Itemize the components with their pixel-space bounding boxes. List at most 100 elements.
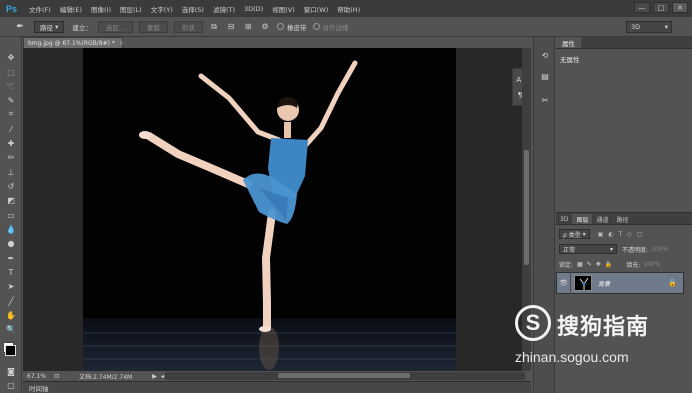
- menu-filter[interactable]: 滤镜(T): [213, 4, 235, 14]
- path-alignment-icon[interactable]: ⊟: [225, 21, 237, 33]
- shape-button[interactable]: 形状: [174, 20, 204, 33]
- blend-mode-dropdown[interactable]: 正常 ▾: [559, 244, 617, 254]
- layer-filter-row: ρ 类型 ▾ ▣ ◐ T ◇ ▢: [559, 229, 643, 239]
- crop-tool-icon[interactable]: ⌗: [5, 108, 17, 120]
- menu-edit[interactable]: 编辑(E): [60, 4, 82, 14]
- document-size: 文档:2.74M/2.74M: [79, 373, 133, 381]
- lock-pixels-icon[interactable]: ✎: [587, 261, 592, 268]
- document-title: bmg.jpg @ 67.1%(RGB/8#) *: [28, 39, 115, 47]
- build-label: 建立：: [72, 23, 92, 32]
- blur-tool-icon[interactable]: 💧: [5, 223, 17, 235]
- quick-select-tool-icon[interactable]: ✎: [5, 94, 17, 106]
- menu-file[interactable]: 文件(F): [29, 4, 51, 14]
- screen-mode-icon[interactable]: ▢: [5, 379, 17, 391]
- mask-button[interactable]: 蒙版: [139, 20, 169, 33]
- lock-transparent-icon[interactable]: ▦: [577, 261, 583, 268]
- menu-help[interactable]: 帮助(H): [337, 4, 360, 14]
- workspace-value: 3D: [631, 23, 641, 31]
- filter-type-icon[interactable]: T: [619, 231, 623, 238]
- tab-channels[interactable]: 通道: [592, 214, 612, 224]
- path-operations-icon[interactable]: ⧉: [208, 21, 220, 33]
- window-controls: — □ ✕: [634, 2, 688, 13]
- blend-mode-value: 正常: [563, 246, 576, 254]
- hand-tool-icon[interactable]: ✋: [5, 309, 17, 321]
- eyedropper-tool-icon[interactable]: ⁄: [5, 123, 17, 135]
- align-edges-checkbox[interactable]: [312, 23, 320, 30]
- pen-tool-icon[interactable]: ✒: [5, 252, 17, 264]
- eraser-tool-icon[interactable]: ◩: [5, 194, 17, 206]
- vertical-scroll-thumb[interactable]: [524, 150, 529, 265]
- brush-tool-icon[interactable]: ✏: [5, 151, 17, 163]
- path-select-tool-icon[interactable]: ➤: [5, 280, 17, 292]
- dodge-tool-icon[interactable]: ●: [5, 237, 17, 249]
- layer-name[interactable]: 背景: [598, 279, 610, 288]
- maximize-button[interactable]: □: [653, 2, 669, 13]
- marquee-tool-icon[interactable]: ⬚: [5, 66, 17, 78]
- quick-mask-icon[interactable]: ◙: [5, 365, 17, 377]
- zoom-level[interactable]: 67.1%: [27, 373, 46, 380]
- sogou-logo-icon: S: [515, 305, 551, 341]
- opacity-value[interactable]: 100%: [651, 246, 668, 253]
- menu-window[interactable]: 窗口(W): [304, 4, 329, 14]
- ballerina-photo[interactable]: [83, 48, 456, 371]
- fill-value[interactable]: 100%: [643, 261, 660, 268]
- layer-kind-value: ρ 类型: [563, 231, 581, 239]
- pen-tool-icon[interactable]: ✒: [12, 20, 28, 34]
- menu-view[interactable]: 视图(V): [272, 4, 295, 14]
- close-tab-icon[interactable]: ×: [119, 40, 124, 47]
- tool-presets-icon[interactable]: ✂: [539, 94, 551, 106]
- status-menu-arrow-icon[interactable]: ▶: [152, 373, 157, 380]
- menu-layer[interactable]: 图层(L): [120, 4, 142, 14]
- line-tool-icon[interactable]: ╱: [5, 295, 17, 307]
- opacity-label: 不透明度:: [622, 246, 649, 254]
- filter-adjustment-icon[interactable]: ◐: [608, 231, 613, 238]
- tab-paths[interactable]: 路径: [612, 214, 632, 224]
- history-brush-tool-icon[interactable]: ↺: [5, 180, 17, 192]
- healing-brush-tool-icon[interactable]: ✚: [5, 137, 17, 149]
- filter-smart-icon[interactable]: ▢: [637, 231, 643, 238]
- workspace-switcher[interactable]: 3D ▾: [626, 21, 672, 33]
- horizontal-scroll-thumb[interactable]: [278, 373, 410, 378]
- timeline-label: 时间轴: [29, 384, 49, 393]
- visibility-eye-icon[interactable]: 👁: [557, 272, 571, 294]
- lasso-tool-icon[interactable]: ➰: [5, 80, 17, 92]
- timeline-panel[interactable]: 时间轴: [23, 381, 531, 393]
- minimize-button[interactable]: —: [634, 2, 650, 13]
- type-tool-icon[interactable]: T: [5, 266, 17, 278]
- zoom-tool-icon[interactable]: 🔍: [5, 323, 17, 335]
- filter-pixel-icon[interactable]: ▣: [598, 231, 604, 238]
- menu-3d[interactable]: 3D(D): [244, 5, 263, 13]
- close-button[interactable]: ✕: [672, 2, 688, 13]
- properties-content: 无属性: [560, 56, 580, 64]
- lock-position-icon[interactable]: ✥: [596, 261, 601, 268]
- path-arrange-icon[interactable]: ⊞: [242, 21, 254, 33]
- tab-3d[interactable]: 3D: [556, 214, 572, 224]
- scroll-left-arrow-icon[interactable]: ◂: [161, 373, 164, 380]
- menu-type[interactable]: 文字(Y): [151, 4, 173, 14]
- gradient-tool-icon[interactable]: ▭: [5, 209, 17, 221]
- settings-gear-icon[interactable]: ⚙: [259, 21, 271, 33]
- move-tool-icon[interactable]: ✥: [5, 51, 17, 63]
- menu-select[interactable]: 选择(S): [182, 4, 204, 14]
- tab-properties[interactable]: 属性: [556, 37, 581, 48]
- tab-layers[interactable]: 图层: [572, 214, 593, 224]
- rubber-band-checkbox[interactable]: [277, 23, 285, 30]
- layer-background[interactable]: 👁 背景 🔒: [556, 272, 684, 294]
- selection-button[interactable]: 选区...: [97, 20, 134, 33]
- status-info-icon[interactable]: ⊡: [54, 373, 59, 380]
- tools-panel: ✥ ⬚ ➰ ✎ ⌗ ⁄ ✚ ✏ ⊥ ↺ ◩ ▭ 💧 ● ✒ T ➤ ╱ ✋ 🔍 …: [0, 37, 22, 393]
- lock-all-icon[interactable]: 🔒: [605, 261, 612, 268]
- menu-image[interactable]: 图像(I): [91, 4, 111, 14]
- chevron-down-icon: ▾: [609, 245, 613, 253]
- rubber-band-label: 橡皮带: [287, 23, 307, 32]
- foreground-color-swatch[interactable]: [5, 345, 16, 356]
- history-panel-icon[interactable]: ⟲: [539, 49, 551, 61]
- filter-shape-icon[interactable]: ◇: [627, 231, 632, 238]
- layer-kind-dropdown[interactable]: ρ 类型 ▾: [559, 229, 590, 239]
- clone-stamp-tool-icon[interactable]: ⊥: [5, 166, 17, 178]
- mode-dropdown[interactable]: 路径 ▾: [34, 20, 65, 33]
- document-tab[interactable]: bmg.jpg @ 67.1%(RGB/8#) * ×: [23, 37, 124, 48]
- actions-panel-icon[interactable]: ▤: [539, 70, 551, 82]
- photoshop-logo: Ps: [5, 3, 17, 14]
- layer-thumbnail: [574, 275, 592, 291]
